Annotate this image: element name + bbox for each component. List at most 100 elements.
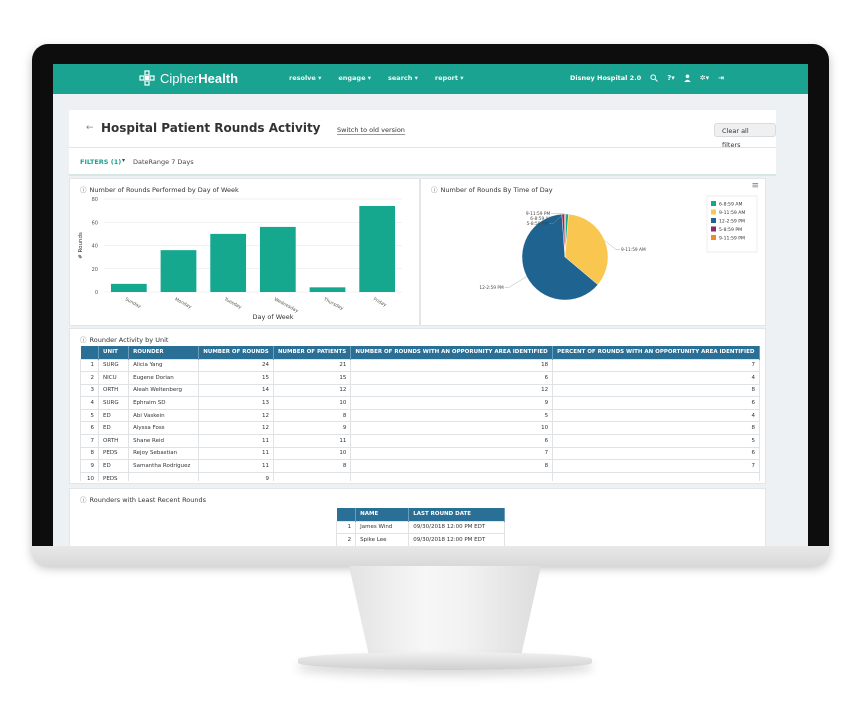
rounds-by-time-card: ⓘ Number of Rounds By Time of Day ≡ 6-8:5… (420, 178, 766, 326)
table-cell: Abi Vaskein (128, 408, 200, 423)
table-cell: 8 (350, 459, 554, 473)
x-tick-label: Thursday (322, 296, 345, 312)
page-title: Hospital Patient Rounds Activity (101, 121, 321, 135)
table-row[interactable]: 5 ED Abi Vaskein 12 8 5 4 (80, 408, 760, 423)
column-header[interactable] (80, 346, 100, 359)
screen: CipherHealth resolve ▾ engage ▾ search ▾… (53, 64, 808, 546)
gear-icon[interactable]: ✲▾ (700, 74, 709, 82)
help-icon[interactable]: ?▾ (667, 74, 675, 82)
least-recent-table: NAME LAST ROUND DATE 1 James Wind 09/30/201… (335, 508, 505, 546)
chevron-down-icon[interactable]: ▾ (122, 157, 125, 164)
y-tick-label: 0 (95, 290, 98, 296)
table-cell: 11 (272, 434, 352, 448)
main-menu: resolve ▾ engage ▾ search ▾ report ▾ (289, 74, 464, 82)
search-icon[interactable] (650, 74, 659, 82)
bar (110, 283, 147, 292)
monitor-chin (32, 546, 829, 566)
table-cell: Alicia Yang (128, 358, 200, 373)
table-cell: 9 (80, 459, 100, 473)
filters-toggle[interactable]: FILTERS (1) (80, 158, 121, 166)
table-row[interactable]: 1 SURG Alicia Yang 24 21 18 7 (80, 358, 760, 373)
slice-leader-line (504, 276, 527, 288)
table-cell: 4 (552, 408, 760, 423)
slice-label: 9-11:59 AM (621, 247, 646, 253)
table-row[interactable]: 7 ORTH Shane Reid 11 11 6 5 (80, 434, 760, 448)
logo-text: CipherHealth (160, 70, 239, 86)
table-row[interactable]: 2 Spike Lee 09/30/2018 12:00 PM EDT (335, 533, 505, 546)
nav-resolve[interactable]: resolve ▾ (289, 74, 321, 82)
logout-icon[interactable]: ⇥ (718, 74, 724, 82)
table-cell: 8 (272, 408, 352, 423)
slice-label: 9-11:59 PM (526, 211, 551, 217)
table-cell: 4 (552, 371, 760, 385)
slice-leader-line (551, 213, 566, 215)
chart-menu-icon[interactable]: ≡ (751, 181, 759, 191)
table-cell: 7 (350, 446, 554, 461)
table-cell: 24 (198, 358, 274, 373)
table-cell: ED (98, 459, 130, 473)
slice-label: 5-8:59 PM (527, 221, 549, 227)
table-row[interactable]: 1 James Wind 09/30/2018 12:00 PM EDT (335, 520, 505, 535)
legend-label: 12-2:59 PM (719, 218, 745, 224)
table-row[interactable]: 10 PEDS 9 (80, 471, 760, 481)
column-header[interactable]: NAME (355, 508, 410, 521)
table-cell: ED (98, 408, 130, 423)
table-cell: 12 (198, 421, 274, 436)
slice-label: 12-2:59 PM (479, 285, 504, 291)
table-cell: 13 (198, 396, 274, 410)
table-cell: Alyssa Foss (128, 421, 200, 436)
switch-version-link[interactable]: Switch to old version (337, 126, 405, 135)
table-cell: James Wind (355, 520, 410, 535)
table-row[interactable]: 8 PEDS Rejoy Sebastian 11 10 7 6 (80, 446, 760, 461)
x-tick-label: Tuesday (222, 296, 242, 311)
bar (160, 250, 197, 292)
column-header[interactable]: NUMBER OF ROUNDS (198, 346, 274, 359)
nav-search[interactable]: search ▾ (388, 74, 418, 82)
table-cell: Samantha Rodriguez (128, 459, 200, 473)
legend-label: 9-11:59 AM (719, 210, 745, 216)
column-header[interactable]: UNIT (98, 346, 130, 359)
table-row[interactable]: 4 SURG Ephraim SD 13 10 9 6 (80, 396, 760, 410)
table-cell: 6 (350, 371, 554, 385)
table-cell: 8 (552, 383, 760, 398)
nav-report[interactable]: report ▾ (435, 74, 464, 82)
table-cell: 11 (198, 446, 274, 461)
column-header[interactable]: PERCENT OF ROUNDS WITH AN OPPORTUNITY AR… (552, 346, 760, 359)
legend-label: 5-8:59 PM (719, 227, 742, 233)
table-cell: 5 (350, 408, 554, 423)
back-arrow-icon[interactable]: ← (86, 123, 94, 133)
table-cell: 8 (552, 421, 760, 436)
table-cell: SURG (98, 358, 130, 373)
table-row[interactable]: 2 NICU Eugene Dorian 15 15 6 4 (80, 371, 760, 385)
column-header[interactable]: LAST ROUND DATE (408, 508, 505, 521)
table-cell: 10 (80, 471, 100, 481)
column-header[interactable]: NUMBER OF ROUNDS WITH AN OPPORUNITY AREA… (350, 346, 554, 359)
column-header[interactable]: NUMBER OF PATIENTS (273, 346, 352, 359)
table-cell: 18 (350, 358, 554, 373)
column-header[interactable] (336, 508, 357, 521)
table-row[interactable]: 9 ED Samantha Rodriguez 11 8 8 7 (80, 459, 760, 473)
table-cell: 6 (552, 396, 760, 410)
org-selector[interactable]: Disney Hospital 2.0 (570, 74, 641, 82)
daterange-filter[interactable]: DateRange 7 Days (133, 158, 194, 166)
table-cell (128, 471, 200, 481)
unit-table: UNIT ROUNDER NUMBER OF ROUNDS NUMBER OF PAT… (80, 346, 760, 481)
table-cell: 5 (552, 434, 760, 448)
table-row[interactable]: 3 ORTH Aleah Weltenberg 14 12 12 8 (80, 383, 760, 398)
table-cell: 15 (198, 371, 274, 385)
legend-label: 6-8:59 AM (719, 201, 742, 207)
logo[interactable]: CipherHealth (139, 70, 238, 86)
user-icon[interactable] (684, 74, 691, 82)
column-header[interactable]: ROUNDER (128, 346, 200, 359)
table-cell: 10 (350, 421, 554, 436)
bar (309, 287, 346, 292)
table-cell: Rejoy Sebastian (128, 446, 200, 461)
nav-engage[interactable]: engage ▾ (338, 74, 371, 82)
table-cell: 6 (350, 434, 554, 448)
table-row[interactable]: 6 ED Alyssa Foss 12 9 10 8 (80, 421, 760, 436)
clear-filters-button[interactable]: Clear all filters (714, 123, 776, 149)
table-cell: Spike Lee (355, 533, 410, 546)
card-title: ⓘ Rounder Activity by Unit (80, 336, 169, 344)
unit-table-wrapper[interactable]: UNIT ROUNDER NUMBER OF ROUNDS NUMBER OF PAT… (80, 346, 765, 481)
bar (259, 226, 296, 292)
